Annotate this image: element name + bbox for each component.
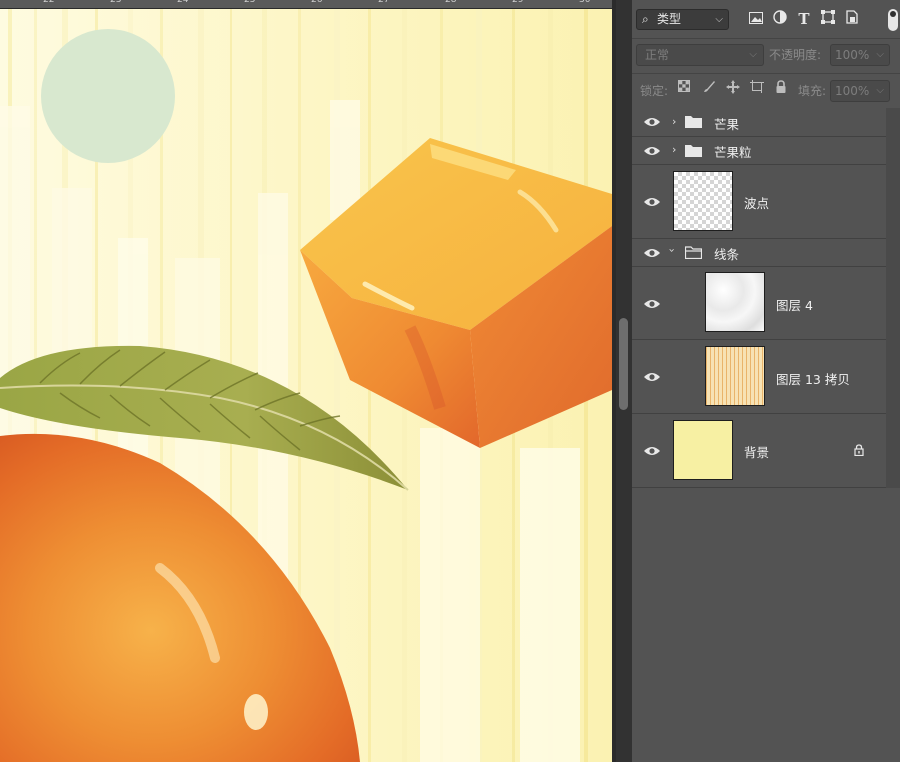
ruler-label: 30 [579,0,591,5]
layer-thumbnail [705,346,765,406]
filter-toggle[interactable] [888,9,898,31]
layer-filter-label: 类型 [657,12,682,26]
chevron-down-icon: ⌵ [715,14,723,25]
opacity-value: 100% [835,48,870,62]
layer-name: 波点 [744,196,770,211]
chevron-down-icon: ⌵ [749,49,757,60]
visibility-eye-icon[interactable] [643,196,661,208]
ruler-label: 24 [177,0,189,5]
lock-icon[interactable] [854,444,864,456]
lock-all-icon[interactable] [773,80,789,98]
canvas-scrollbar-thumb[interactable] [619,318,628,410]
layer-filter-select[interactable]: ⌕ 类型 ⌵ [636,9,729,30]
layer-row-mango-dice-group[interactable]: › 芒果粒 [632,137,886,165]
chevron-down-icon[interactable]: › [666,248,679,252]
ruler-label: 25 [244,0,256,5]
chevron-down-icon: ⌵ [876,85,884,96]
folder-open-icon [685,246,702,259]
ruler-label: 28 [445,0,457,5]
layer-name: 图层 4 [776,298,813,313]
smart-object-filter-icon[interactable] [843,10,861,28]
visibility-eye-icon[interactable] [643,145,661,157]
layer-name: 芒果 [714,117,740,132]
layer-name: 图层 13 拷贝 [776,372,850,387]
blend-mode-select[interactable]: 正常 ⌵ [636,44,764,66]
layer-thumbnail [673,420,733,480]
ruler-label: 26 [311,0,323,5]
horizontal-ruler: 22 23 24 25 26 27 28 29 30 [0,0,612,9]
folder-icon [685,116,702,128]
adjustment-filter-icon[interactable] [771,10,789,28]
text-filter-icon[interactable]: T [795,10,813,28]
document-canvas[interactable]: 22 23 24 25 26 27 28 29 30 [0,0,612,762]
fill-input[interactable]: 100% ⌵ [830,80,890,102]
layer-row-background[interactable]: 背景 [632,414,886,488]
search-icon: ⌕ [642,12,649,26]
visibility-eye-icon[interactable] [643,116,661,128]
artwork [0,8,612,762]
chevron-down-icon: ⌵ [876,49,884,60]
ruler-label: 22 [43,0,55,5]
layer-row-layer-13-copy[interactable]: 图层 13 拷贝 [632,340,886,414]
ruler-label: 29 [512,0,524,5]
folder-icon [685,145,702,157]
blend-mode-value: 正常 [645,48,670,62]
layer-row-layer-4[interactable]: 图层 4 [632,267,886,340]
layers-panel: ⌕ 类型 ⌵ T 正常 ⌵ 不透明度: 100% ⌵ 锁定: 填充: 100% … [632,0,900,762]
layer-thumbnail [705,272,765,332]
layer-name: 背景 [744,445,770,460]
opacity-label: 不透明度: [769,48,822,62]
visibility-eye-icon[interactable] [643,298,661,310]
lock-image-pixels-icon[interactable] [701,80,717,98]
shape-filter-icon[interactable] [819,10,837,28]
chevron-right-icon[interactable]: › [672,143,676,156]
ruler-label: 27 [378,0,390,5]
layer-row-lines-group[interactable]: › 线条 [632,239,886,267]
opacity-input[interactable]: 100% ⌵ [830,44,890,66]
fill-value: 100% [835,84,870,98]
layer-filter-bar: ⌕ 类型 ⌵ T [632,0,900,39]
lock-transparent-pixels-icon[interactable] [676,80,692,98]
layer-name: 芒果粒 [714,145,752,160]
layer-row-polka-dots[interactable]: 波点 [632,165,886,239]
fill-label: 填充: [798,84,827,98]
lock-artboard-icon[interactable] [749,80,765,98]
visibility-eye-icon[interactable] [643,247,661,259]
lock-label: 锁定: [640,84,669,98]
layers-panel-scrollbar[interactable] [886,108,900,488]
layer-name: 线条 [714,247,740,262]
lock-position-icon[interactable] [725,80,741,98]
blend-opacity-bar: 正常 ⌵ 不透明度: 100% ⌵ [632,39,900,74]
visibility-eye-icon[interactable] [643,445,661,457]
layer-row-mango-group[interactable]: › 芒果 [632,108,886,137]
chevron-right-icon[interactable]: › [672,115,676,128]
visibility-eye-icon[interactable] [643,371,661,383]
image-filter-icon[interactable] [747,10,765,28]
layer-thumbnail [673,171,733,231]
ruler-label: 23 [110,0,122,5]
